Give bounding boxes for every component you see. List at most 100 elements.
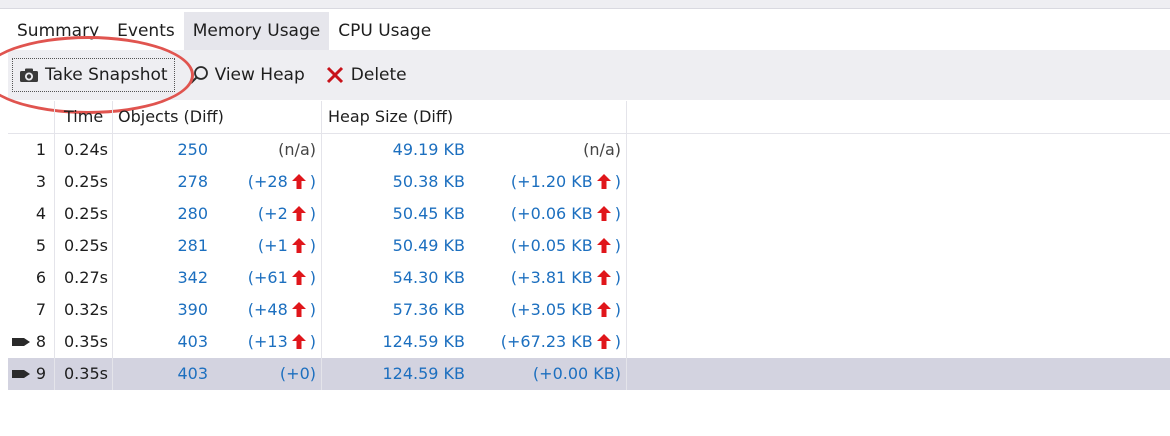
row-id: 1 — [35, 140, 46, 159]
tab-cpu-usage[interactable]: CPU Usage — [329, 12, 440, 50]
heap-size[interactable]: 50.45 KB — [321, 198, 465, 230]
objects-diff-value: (+28 — [247, 172, 288, 191]
table-row[interactable]: 9 0.35s 403 (+0) 124.59 KB (+0.00 KB) — [8, 358, 1170, 390]
up-arrow-icon — [596, 206, 611, 221]
column-divider — [54, 326, 55, 358]
heap-diff: (n/a) — [468, 134, 621, 166]
objects-count[interactable]: 403 — [112, 326, 208, 358]
heap-diff: (+0.05 KB) — [468, 230, 621, 262]
objects-count[interactable]: 403 — [112, 358, 208, 390]
objects-diff: (n/a) — [208, 134, 316, 166]
table-body: 1 0.24s 250 (n/a) 49.19 KB (n/a) 3 0.25s 278 (+28… — [8, 134, 1170, 390]
heap-diff-value: (+0.06 KB — [510, 204, 593, 223]
objects-diff: (+2) — [208, 198, 316, 230]
view-heap-label: View Heap — [214, 65, 305, 85]
magnifier-icon — [189, 66, 208, 84]
tab-events[interactable]: Events — [108, 12, 184, 50]
heap-diff: (+3.05 KB) — [468, 294, 621, 326]
objects-diff-value: (+2 — [257, 204, 288, 223]
objects-diff-value: (+1 — [257, 236, 288, 255]
up-arrow-icon — [291, 334, 306, 349]
objects-count[interactable]: 390 — [112, 294, 208, 326]
heap-diff-value: (+3.81 KB — [510, 268, 593, 287]
table-row[interactable]: 7 0.32s 390 (+48) 57.36 KB (+3.05 KB) — [8, 294, 1170, 326]
up-arrow-icon — [596, 334, 611, 349]
column-divider — [626, 230, 627, 262]
up-arrow-icon — [596, 302, 611, 317]
closing-paren: ) — [309, 268, 316, 287]
closing-paren: ) — [614, 332, 621, 351]
table-row[interactable]: 6 0.27s 342 (+61) 54.30 KB (+3.81 KB) — [8, 262, 1170, 294]
closing-paren: ) — [309, 332, 316, 351]
delete-label: Delete — [350, 65, 407, 85]
table-row[interactable]: 1 0.24s 250 (n/a) 49.19 KB (n/a) — [8, 134, 1170, 166]
row-time: 0.35s — [64, 332, 108, 351]
row-time: 0.27s — [64, 268, 108, 287]
row-id: 4 — [35, 204, 46, 223]
column-divider — [626, 166, 627, 198]
closing-paren: ) — [309, 300, 316, 319]
objects-diff: (+61) — [208, 262, 316, 294]
column-divider — [54, 294, 55, 326]
table-row[interactable]: 3 0.25s 278 (+28) 50.38 KB (+1.20 KB) — [8, 166, 1170, 198]
heap-diff: (+0.06 KB) — [468, 198, 621, 230]
objects-count[interactable]: 342 — [112, 262, 208, 294]
table-row[interactable]: 8 0.35s 403 (+13) 124.59 KB (+67.23 KB) — [8, 326, 1170, 358]
row-time: 0.25s — [64, 204, 108, 223]
window-top-strip — [0, 0, 1170, 9]
column-divider — [54, 358, 55, 390]
column-header-heap[interactable]: Heap Size (Diff) — [328, 101, 453, 133]
objects-count[interactable]: 280 — [112, 198, 208, 230]
heap-diff-value: (+67.23 KB — [500, 332, 593, 351]
column-divider — [626, 326, 627, 358]
tab-summary[interactable]: Summary — [8, 12, 108, 50]
row-id: 3 — [35, 172, 46, 191]
closing-paren: ) — [614, 268, 621, 287]
tab-bar: Summary Events Memory Usage CPU Usage — [8, 12, 440, 50]
closing-paren: ) — [309, 204, 316, 223]
heap-diff: (+1.20 KB) — [468, 166, 621, 198]
closing-paren: ) — [614, 172, 621, 191]
row-id: 5 — [35, 236, 46, 255]
heap-size[interactable]: 57.36 KB — [321, 294, 465, 326]
column-divider — [626, 262, 627, 294]
column-divider — [626, 358, 627, 390]
column-header-time[interactable]: Time — [64, 101, 103, 133]
closing-paren: ) — [309, 172, 316, 191]
up-arrow-icon — [291, 302, 306, 317]
red-x-icon — [326, 66, 343, 84]
heap-size[interactable]: 124.59 KB — [321, 358, 465, 390]
tab-memory-usage[interactable]: Memory Usage — [183, 12, 330, 50]
up-arrow-icon — [596, 270, 611, 285]
row-time: 0.25s — [64, 236, 108, 255]
row-id: 7 — [35, 300, 46, 319]
column-divider — [54, 230, 55, 262]
heap-size[interactable]: 54.30 KB — [321, 262, 465, 294]
objects-count[interactable]: 278 — [112, 166, 208, 198]
up-arrow-icon — [596, 174, 611, 189]
heap-size[interactable]: 50.38 KB — [321, 166, 465, 198]
heap-diff: (+67.23 KB) — [468, 326, 621, 358]
row-id: 9 — [35, 364, 46, 383]
table-row[interactable]: 5 0.25s 281 (+1) 50.49 KB (+0.05 KB) — [8, 230, 1170, 262]
heap-size[interactable]: 124.59 KB — [321, 326, 465, 358]
view-heap-button[interactable]: View Heap — [183, 59, 311, 91]
table-row[interactable]: 4 0.25s 280 (+2) 50.45 KB (+0.06 KB) — [8, 198, 1170, 230]
objects-diff-value: (n/a) — [278, 140, 316, 159]
heap-size[interactable]: 49.19 KB — [321, 134, 465, 166]
objects-count[interactable]: 281 — [112, 230, 208, 262]
take-snapshot-label: Take Snapshot — [45, 65, 168, 85]
take-snapshot-button[interactable]: Take Snapshot — [12, 58, 175, 92]
column-divider — [626, 294, 627, 326]
heap-diff-value: (+0.05 KB — [510, 236, 593, 255]
heap-size[interactable]: 50.49 KB — [321, 230, 465, 262]
objects-diff-value: (+0) — [279, 364, 316, 383]
objects-count[interactable]: 250 — [112, 134, 208, 166]
delete-button[interactable]: Delete — [319, 59, 413, 91]
column-header-objects[interactable]: Objects (Diff) — [118, 101, 224, 133]
snapshot-table: Time Objects (Diff) Heap Size (Diff) 1 0.… — [8, 101, 1170, 390]
column-divider — [54, 262, 55, 294]
objects-diff-value: (+48 — [247, 300, 288, 319]
closing-paren: ) — [309, 236, 316, 255]
closing-paren: ) — [614, 300, 621, 319]
